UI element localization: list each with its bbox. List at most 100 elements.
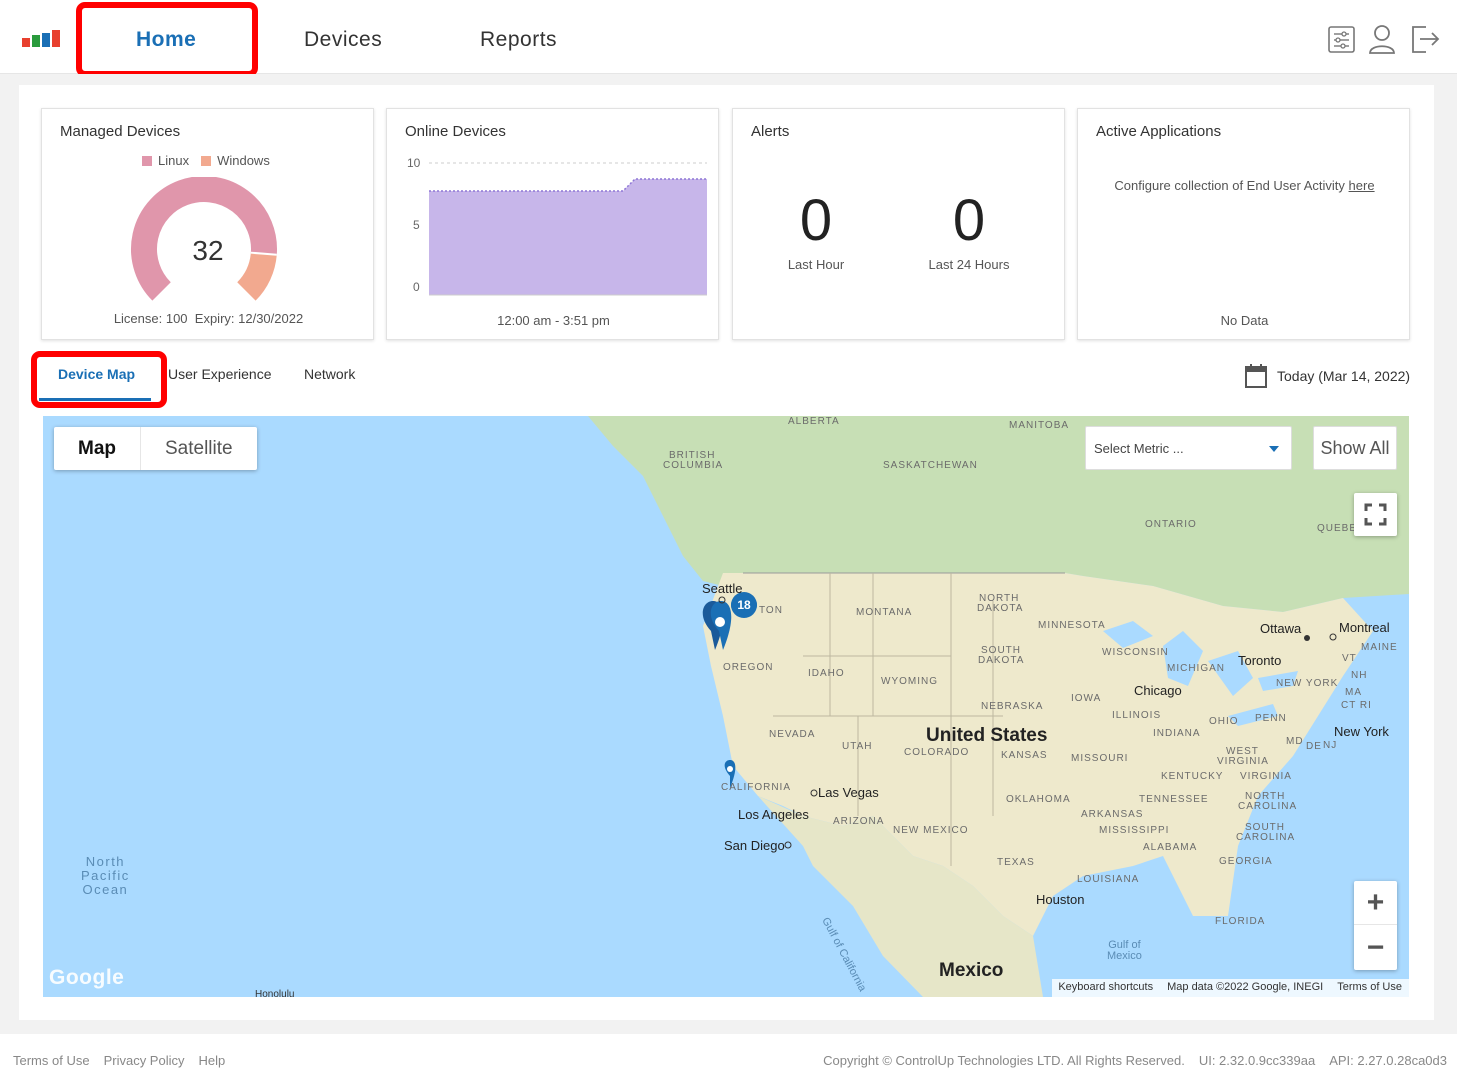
alerts-last-hour-label: Last Hour — [787, 257, 845, 272]
legend-windows[interactable]: Windows — [201, 153, 270, 168]
keyboard-shortcuts-link[interactable]: Keyboard shortcuts — [1058, 981, 1153, 997]
label-louisiana: LOUISIANA — [1077, 874, 1140, 885]
label-idaho: IDAHO — [808, 668, 845, 679]
device-map-tab-highlight — [31, 351, 167, 408]
label-manitoba: MANITOBA — [1009, 420, 1070, 431]
label-ontario: ONTARIO — [1145, 519, 1197, 530]
google-logo[interactable]: Google — [49, 966, 124, 990]
footer-info: Copyright © ControlUp Technologies LTD. … — [823, 1053, 1447, 1068]
show-all-button[interactable]: Show All — [1313, 426, 1397, 470]
label-ct-ri: CT RI — [1341, 700, 1372, 711]
label-penn: PENN — [1255, 713, 1287, 724]
label-nj: NJ — [1323, 740, 1338, 751]
label-utah: UTAH — [842, 741, 873, 752]
label-los-angeles: Los Angeles — [738, 807, 809, 822]
label-tennessee: TENNESSEE — [1139, 794, 1209, 805]
map-terms-link[interactable]: Terms of Use — [1337, 981, 1402, 997]
card-title: Online Devices — [405, 123, 506, 140]
label-new-york-state: NEW YORK — [1276, 678, 1339, 689]
select-metric-dropdown[interactable]: Select Metric ... — [1085, 426, 1292, 470]
sandiego-dot — [784, 841, 792, 849]
label-colorado: COLORADO — [904, 747, 970, 758]
nav-devices-tab[interactable]: Devices — [304, 28, 382, 52]
y-tick-10: 10 — [407, 156, 421, 170]
logout-icon[interactable] — [1409, 22, 1441, 56]
card-title: Managed Devices — [60, 123, 181, 140]
label-houston: Houston — [1036, 892, 1085, 907]
map-background[interactable] — [43, 416, 1409, 997]
label-florida: FLORIDA — [1215, 916, 1266, 927]
label-toronto: Toronto — [1238, 653, 1282, 668]
date-picker[interactable]: Today (Mar 14, 2022) — [1244, 363, 1410, 389]
managed-devices-total: 32 — [192, 235, 224, 266]
label-arizona: ARIZONA — [833, 816, 885, 827]
alerts-last-hour-value[interactable]: 0 — [756, 187, 876, 254]
fullscreen-icon — [1364, 503, 1387, 526]
user-profile-icon[interactable] — [1366, 22, 1398, 56]
label-montreal: Montreal — [1339, 620, 1390, 635]
label-wyoming: WYOMING — [881, 676, 938, 687]
label-washington: TON — [759, 605, 783, 616]
label-oklahoma: OKLAHOMA — [1006, 794, 1071, 805]
map-data-text: Map data ©2022 Google, INEGI — [1167, 981, 1324, 993]
footer-ui-version: UI: 2.32.0.9cc339aa — [1198, 1053, 1316, 1068]
label-united-states: United States — [926, 725, 1048, 746]
label-illinois: ILLINOIS — [1112, 710, 1162, 721]
label-british-columbia-2: COLUMBIA — [663, 460, 724, 471]
label-nebraska: NEBRASKA — [981, 701, 1044, 712]
footer-help-link[interactable]: Help — [199, 1053, 226, 1068]
label-san-diego: San Diego — [724, 838, 785, 853]
label-nh: NH — [1351, 670, 1368, 681]
active-applications-card: Active Applications Configure collection… — [1077, 108, 1410, 340]
footer-privacy-link[interactable]: Privacy Policy — [104, 1053, 185, 1068]
tab-network[interactable]: Network — [304, 366, 355, 382]
label-seattle: Seattle — [702, 581, 743, 596]
map-type-satellite-button[interactable]: Satellite — [141, 427, 257, 470]
label-mexico: Mexico — [939, 960, 1004, 981]
label-michigan: MICHIGAN — [1167, 663, 1225, 674]
settings-sliders-icon[interactable] — [1326, 22, 1358, 56]
label-missouri: MISSOURI — [1071, 753, 1129, 764]
alerts-card: Alerts 0 Last Hour 0 Last 24 Hours — [732, 108, 1065, 340]
footer-api-version: API: 2.27.0.28ca0d3 — [1329, 1053, 1447, 1068]
configure-eua-link[interactable]: here — [1349, 178, 1375, 193]
alerts-last-24h-value[interactable]: 0 — [909, 187, 1029, 254]
label-ma: MA — [1345, 687, 1362, 698]
alerts-last-24h-label: Last 24 Hours — [928, 257, 1010, 272]
fullscreen-button[interactable] — [1354, 493, 1397, 536]
ottawa-dot — [1304, 635, 1310, 641]
map-type-control: Map Satellite — [54, 427, 257, 470]
calendar-icon — [1245, 364, 1267, 388]
label-vt: VT — [1342, 653, 1357, 664]
label-chicago: Chicago — [1134, 683, 1182, 698]
label-georgia: GEORGIA — [1219, 856, 1273, 867]
zoom-in-button[interactable]: + — [1354, 881, 1397, 925]
online-devices-area-chart[interactable]: 10 5 0 — [387, 149, 720, 309]
license-info: License: 100 Expiry: 12/30/2022 — [42, 311, 375, 326]
label-gulf-of-mexico: Gulf of Mexico — [1107, 939, 1142, 962]
license-count: License: 100 — [113, 311, 188, 326]
label-saskatchewan: SASKATCHEWAN — [883, 460, 978, 471]
label-wisconsin: WISCONSIN — [1102, 647, 1169, 658]
app-logo[interactable] — [22, 30, 60, 47]
cluster-count[interactable]: 18 — [731, 596, 757, 614]
label-new-mexico: NEW MEXICO — [893, 825, 969, 836]
nav-reports-tab[interactable]: Reports — [480, 28, 557, 52]
map-type-map-button[interactable]: Map — [54, 427, 141, 470]
zoom-out-button[interactable]: − — [1354, 926, 1397, 970]
label-md: MD — [1286, 736, 1304, 747]
online-devices-card: Online Devices 10 5 0 12:00 am - 3:51 pm — [386, 108, 719, 340]
device-map[interactable]: ALBERTA MANITOBA BRITISH COLUMBIA SASKAT… — [43, 416, 1409, 997]
footer-terms-link[interactable]: Terms of Use — [13, 1053, 90, 1068]
legend-linux[interactable]: Linux — [142, 153, 189, 168]
home-tab-highlight — [76, 2, 258, 77]
no-data-label: No Data — [1220, 313, 1269, 328]
card-title: Active Applications — [1096, 123, 1222, 140]
label-new-york: New York — [1334, 724, 1389, 739]
label-ottawa: Ottawa — [1260, 621, 1302, 636]
label-arkansas: ARKANSAS — [1081, 809, 1144, 820]
label-quebec: QUEBE — [1317, 523, 1358, 534]
tab-user-experience[interactable]: User Experience — [168, 366, 272, 382]
label-ohio: OHIO — [1209, 716, 1239, 727]
label-texas: TEXAS — [997, 857, 1035, 868]
